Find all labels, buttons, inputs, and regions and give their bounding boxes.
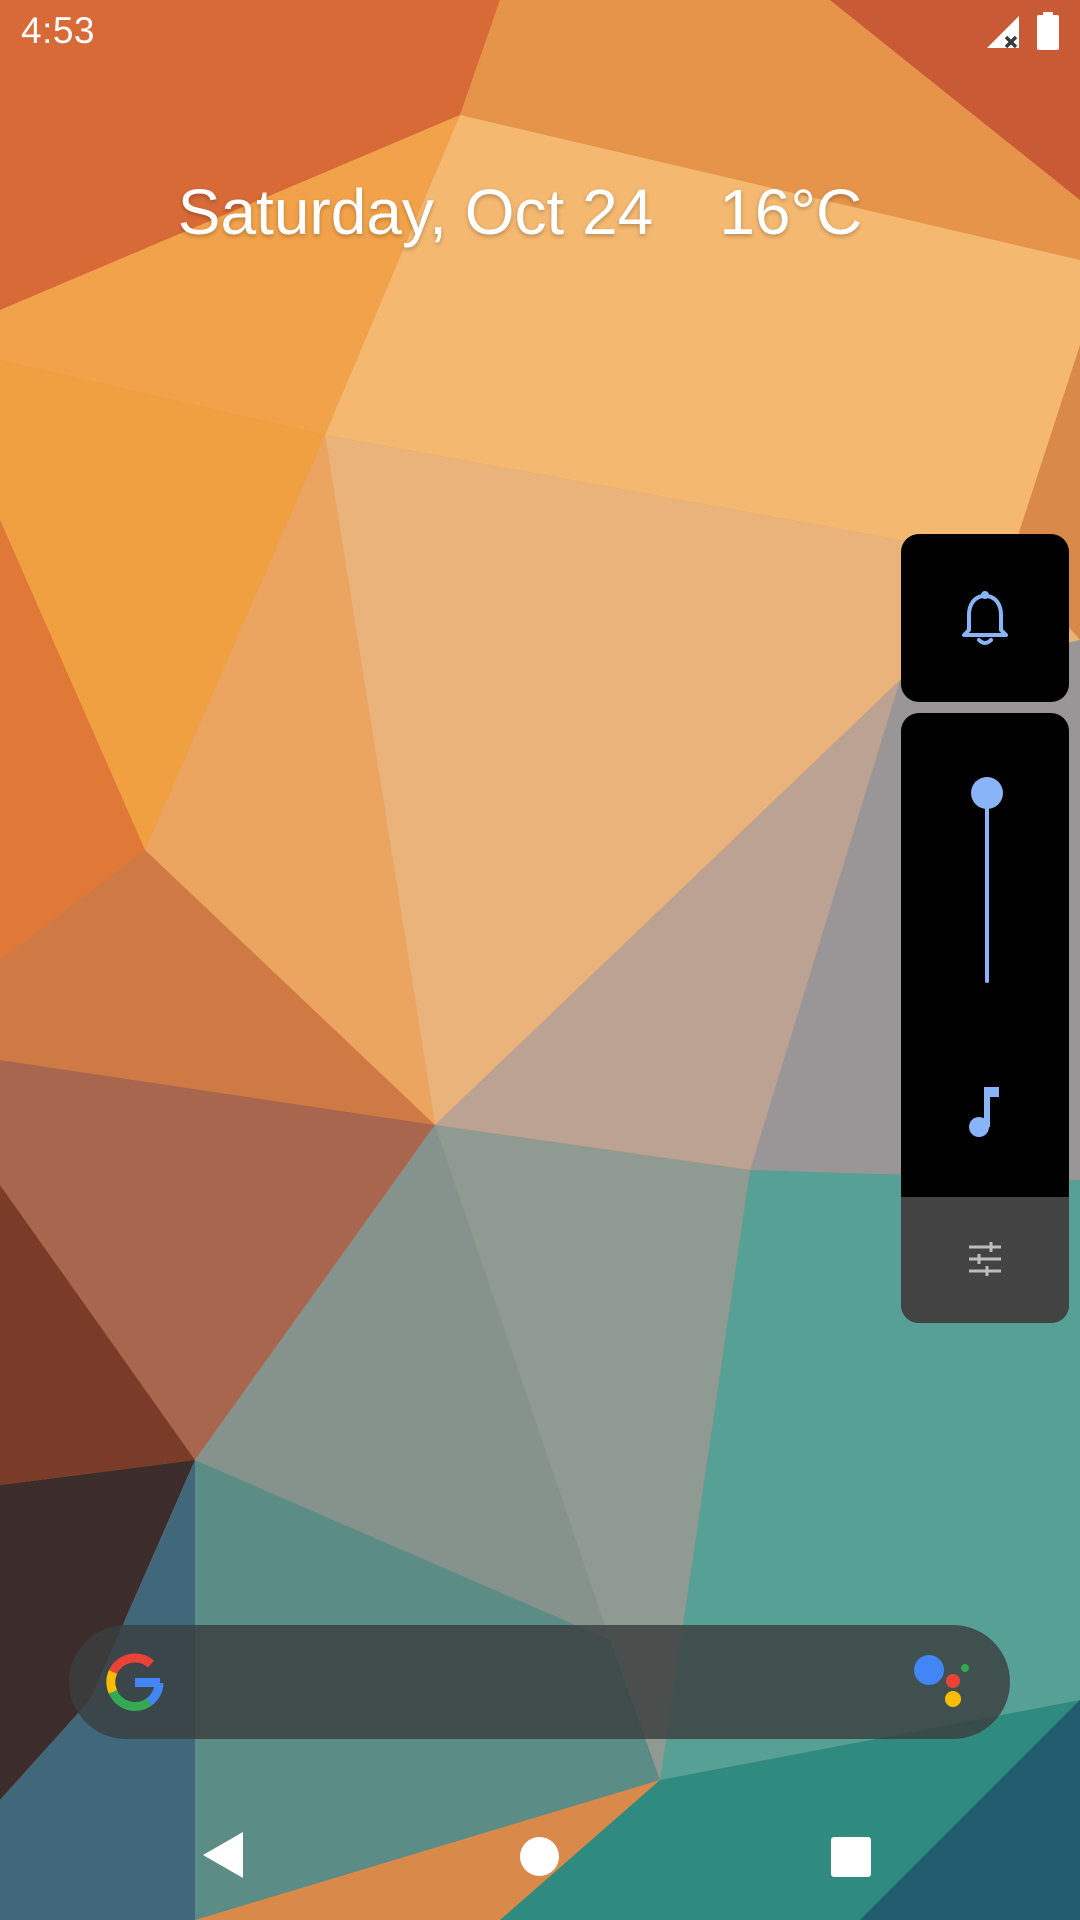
- tune-sliders-icon: [969, 1242, 1001, 1276]
- volume-panel: [901, 713, 1069, 1323]
- signal-no-service-icon: [987, 16, 1019, 49]
- ringer-mode-button[interactable]: [901, 534, 1069, 702]
- sound-settings-button[interactable]: [901, 1197, 1069, 1323]
- recents-square-icon[interactable]: [831, 1837, 871, 1877]
- at-a-glance-widget[interactable]: Saturday, Oct 24 16°C: [0, 175, 1040, 249]
- google-search-bar[interactable]: [69, 1625, 1010, 1739]
- glance-date[interactable]: Saturday, Oct 24: [178, 176, 654, 248]
- battery-full-icon: [1037, 12, 1059, 50]
- home-screen: 4:53 Saturday, Oct 24 16°C: [0, 0, 1080, 1920]
- google-assistant-icon[interactable]: [911, 1655, 975, 1711]
- music-note-icon[interactable]: [963, 1085, 1007, 1139]
- google-g-icon: [106, 1653, 164, 1711]
- media-volume-slider[interactable]: [967, 763, 1007, 1003]
- status-clock: 4:53: [21, 10, 96, 51]
- glance-temperature[interactable]: 16°C: [719, 176, 862, 248]
- bell-icon: [962, 591, 1008, 645]
- volume-slider-thumb[interactable]: [971, 777, 1003, 809]
- back-triangle-icon[interactable]: [203, 1832, 243, 1878]
- home-circle-icon[interactable]: [520, 1837, 559, 1876]
- volume-slider-track: [985, 783, 989, 983]
- navigation-bar: [0, 1800, 1080, 1920]
- status-bar: 4:53: [0, 0, 1080, 64]
